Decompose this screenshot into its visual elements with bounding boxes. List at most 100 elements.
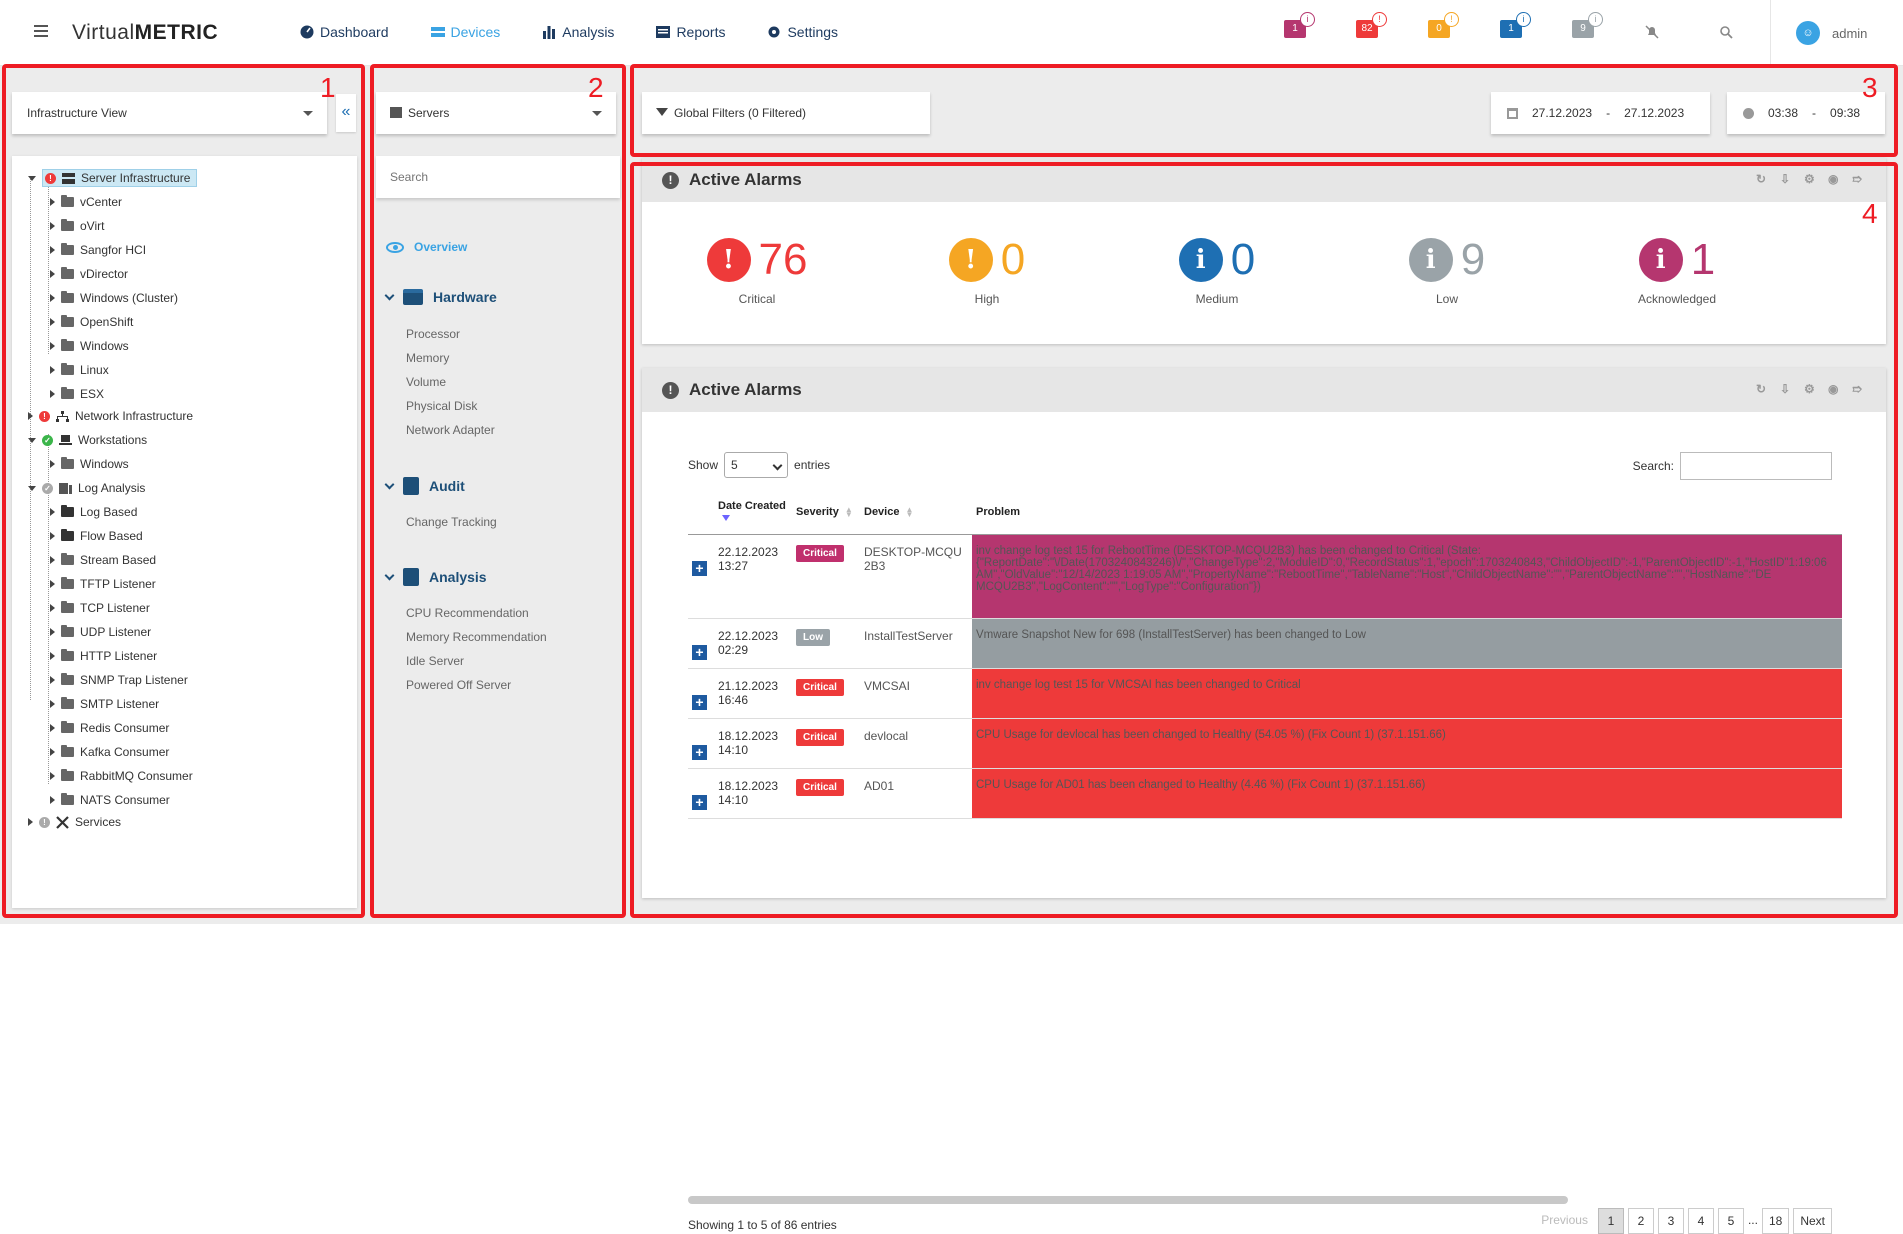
tree-node-workstation-windows[interactable]: Windows [50,454,129,474]
toggle-icon[interactable]: ◉ [1828,173,1840,185]
tree-node-services[interactable]: ! Services [28,812,121,832]
search-icon[interactable] [1719,25,1733,39]
pager-page-button[interactable]: 4 [1687,1208,1714,1234]
expand-arrow-icon[interactable] [28,485,36,491]
expand-arrow-icon[interactable] [50,652,55,660]
pager-page-button[interactable]: 1 [1597,1208,1624,1234]
expand-arrow-icon[interactable] [50,700,55,708]
nav-settings[interactable]: Settings [767,24,838,40]
tree-node-child[interactable]: Stream Based [50,550,156,570]
expand-arrow-icon[interactable] [50,270,55,278]
expand-arrow-icon[interactable] [50,748,55,756]
alarm-summary-critical[interactable]: ! 76 Critical [642,238,872,306]
menu-item-change-tracking[interactable]: Change Tracking [406,515,497,529]
gear-icon[interactable]: ⚙ [1804,383,1816,395]
tree-node-child[interactable]: vCenter [50,192,122,212]
tree-node-child[interactable]: vDirector [50,264,128,284]
expand-arrow-icon[interactable] [50,724,55,732]
collapse-panel-button[interactable]: « [336,94,356,132]
menu-item-processor[interactable]: Processor [406,327,460,341]
menu-item-cpu-recommendation[interactable]: CPU Recommendation [406,606,529,620]
toggle-icon[interactable]: ◉ [1828,383,1840,395]
expand-row-icon[interactable]: + [692,794,707,810]
expand-arrow-icon[interactable] [50,342,55,350]
expand-arrow-icon[interactable] [50,366,55,374]
expand-arrow-icon[interactable] [50,556,55,564]
date-range-picker[interactable]: 27.12.2023 - 27.12.2023 [1491,92,1710,134]
expand-arrow-icon[interactable] [50,772,55,780]
tree-node-network-infrastructure[interactable]: ! Network Infrastructure [28,406,193,426]
table-row[interactable]: +18.12.2023 14:10 Critical devlocal CPU Usa… [688,718,1842,769]
menu-item-memory-recommendation[interactable]: Memory Recommendation [406,630,547,644]
expand-arrow-icon[interactable] [50,580,55,588]
menu-item-network-adapter[interactable]: Network Adapter [406,423,495,437]
badge-acknowledged[interactable]: 1i [1284,12,1315,38]
gear-icon[interactable]: ⚙ [1804,173,1816,185]
category-select[interactable]: Servers [376,92,616,134]
expand-arrow-icon[interactable] [50,532,55,540]
col-device[interactable]: Device ▲ ▼ [860,490,972,535]
menu-item-physical-disk[interactable]: Physical Disk [406,399,477,413]
menu-section-audit[interactable]: Audit [384,477,465,495]
refresh-icon[interactable]: ↻ [1756,173,1768,185]
hamburger-menu-icon[interactable] [34,25,48,37]
tree-node-child[interactable]: Kafka Consumer [50,742,169,762]
pager-page-button[interactable]: 18 [1761,1208,1790,1234]
col-problem[interactable]: Problem [972,490,1842,535]
table-row[interactable]: +22.12.2023 13:27 Critical DESKTOP-MCQU2B3… [688,534,1842,619]
tree-node-child[interactable]: Linux [50,360,109,380]
tree-node-child[interactable]: Sangfor HCI [50,240,146,260]
pager-page-button[interactable]: 3 [1657,1208,1684,1234]
expand-arrow-icon[interactable] [50,604,55,612]
tree-node-child[interactable]: Flow Based [50,526,143,546]
pager-next-button[interactable]: Next [1793,1208,1832,1234]
view-select[interactable]: Infrastructure View [12,92,327,134]
menu-section-analysis[interactable]: Analysis [384,568,487,586]
tree-node-child[interactable]: OpenShift [50,312,133,332]
expand-arrow-icon[interactable] [28,412,33,420]
tree-node-log-analysis[interactable]: ✓ Log Analysis [28,478,145,498]
user-menu[interactable]: ☺ admin [1770,0,1867,66]
menu-section-hardware[interactable]: Hardware [384,289,497,305]
horizontal-scrollbar[interactable] [688,1196,1568,1204]
pin-icon[interactable]: ➱ [1852,383,1864,395]
expand-arrow-icon[interactable] [50,294,55,302]
tree-node-child[interactable]: NATS Consumer [50,790,170,810]
expand-arrow-icon[interactable] [50,676,55,684]
menu-item-volume[interactable]: Volume [406,375,446,389]
alarm-summary-low[interactable]: i 9 Low [1332,238,1562,306]
pager-page-button[interactable]: 2 [1627,1208,1654,1234]
tree-node-child[interactable]: Windows [50,336,129,356]
badge-medium[interactable]: 1i [1500,12,1531,38]
tree-node-child[interactable]: TCP Listener [50,598,150,618]
tree-node-child[interactable]: SNMP Trap Listener [50,670,188,690]
entries-select[interactable]: 5 [724,452,789,478]
expand-arrow-icon[interactable] [50,508,55,516]
expand-row-icon[interactable]: + [692,560,707,576]
expand-arrow-icon[interactable] [28,437,36,443]
expand-arrow-icon[interactable] [50,460,55,468]
expand-arrow-icon[interactable] [50,198,55,206]
tree-node-child[interactable]: Windows (Cluster) [50,288,178,308]
table-search-input[interactable] [1680,452,1832,480]
badge-high[interactable]: 0! [1428,12,1459,38]
tree-node-child[interactable]: RabbitMQ Consumer [50,766,193,786]
expand-row-icon[interactable]: + [692,694,707,710]
tree-node-child[interactable]: SMTP Listener [50,694,159,714]
nav-dashboard[interactable]: Dashboard [300,24,389,40]
alarm-summary-high[interactable]: ! 0 High [872,238,1102,306]
device-search-input[interactable] [376,156,620,198]
expand-arrow-icon[interactable] [50,390,55,398]
nav-analysis[interactable]: Analysis [542,24,614,40]
expand-row-icon[interactable]: + [692,744,707,760]
tree-node-server-infrastructure[interactable]: ! Server Infrastructure [28,168,198,188]
expand-arrow-icon[interactable] [50,318,55,326]
table-row[interactable]: +22.12.2023 02:29 Low InstallTestServer Vmw… [688,618,1842,669]
tree-node-child[interactable]: HTTP Listener [50,646,157,666]
expand-arrow-icon[interactable] [50,628,55,636]
menu-item-powered-off-server[interactable]: Powered Off Server [406,678,511,692]
expand-arrow-icon[interactable] [50,246,55,254]
download-icon[interactable]: ⇩ [1780,383,1792,395]
expand-row-icon[interactable]: + [692,644,707,660]
table-row[interactable]: +21.12.2023 16:46 Critical VMCSAI inv chang… [688,668,1842,719]
